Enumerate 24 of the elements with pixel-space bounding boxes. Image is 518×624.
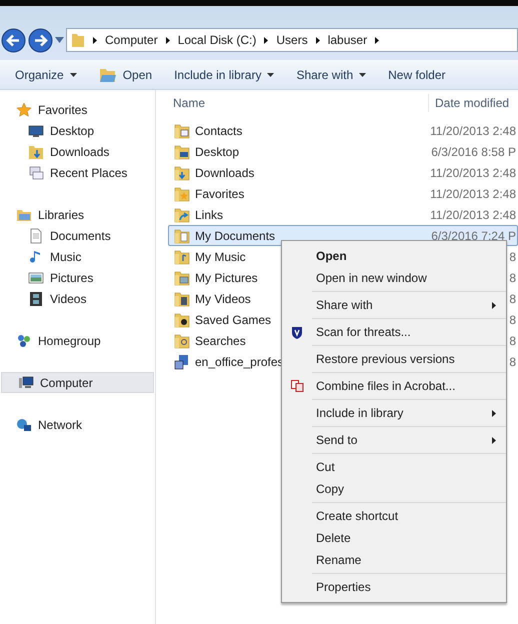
- file-name: Downloads: [195, 164, 254, 182]
- date-cell-text: 11/20/2013 2:48: [430, 164, 516, 182]
- file-name: My Music: [195, 248, 246, 266]
- file-name: Contacts: [195, 122, 242, 140]
- date-cell-text: 6/3/2016 8:58 P: [431, 144, 516, 160]
- file-name: My Videos: [195, 290, 251, 308]
- date-cell-text: 11/20/2013 2:48: [430, 206, 516, 224]
- file-name: My Documents: [195, 228, 276, 244]
- file-name: My Pictures: [195, 270, 258, 286]
- date-cell-text: 6/3/2016 7:24 P: [431, 228, 516, 244]
- date-cell-text: 8: [509, 270, 516, 286]
- file-name: Links: [195, 206, 224, 224]
- file-name: Searches: [195, 332, 246, 350]
- date-cell-text: 8: [509, 248, 516, 266]
- date-cell-text: 8: [509, 354, 516, 370]
- date-cell-text: 11/20/2013 2:48: [430, 186, 516, 202]
- file-name: Desktop: [195, 144, 240, 160]
- file-name: Saved Games: [195, 312, 272, 328]
- date-cell-text: 11/20/2013 2:48: [430, 122, 516, 140]
- file-name: en_office_profes: [195, 354, 284, 370]
- date-cell-text: 8: [509, 332, 516, 350]
- date-cell-text: 8: [509, 290, 516, 308]
- date-cell-text: 8: [509, 312, 516, 328]
- file-name: Favorites: [195, 186, 244, 202]
